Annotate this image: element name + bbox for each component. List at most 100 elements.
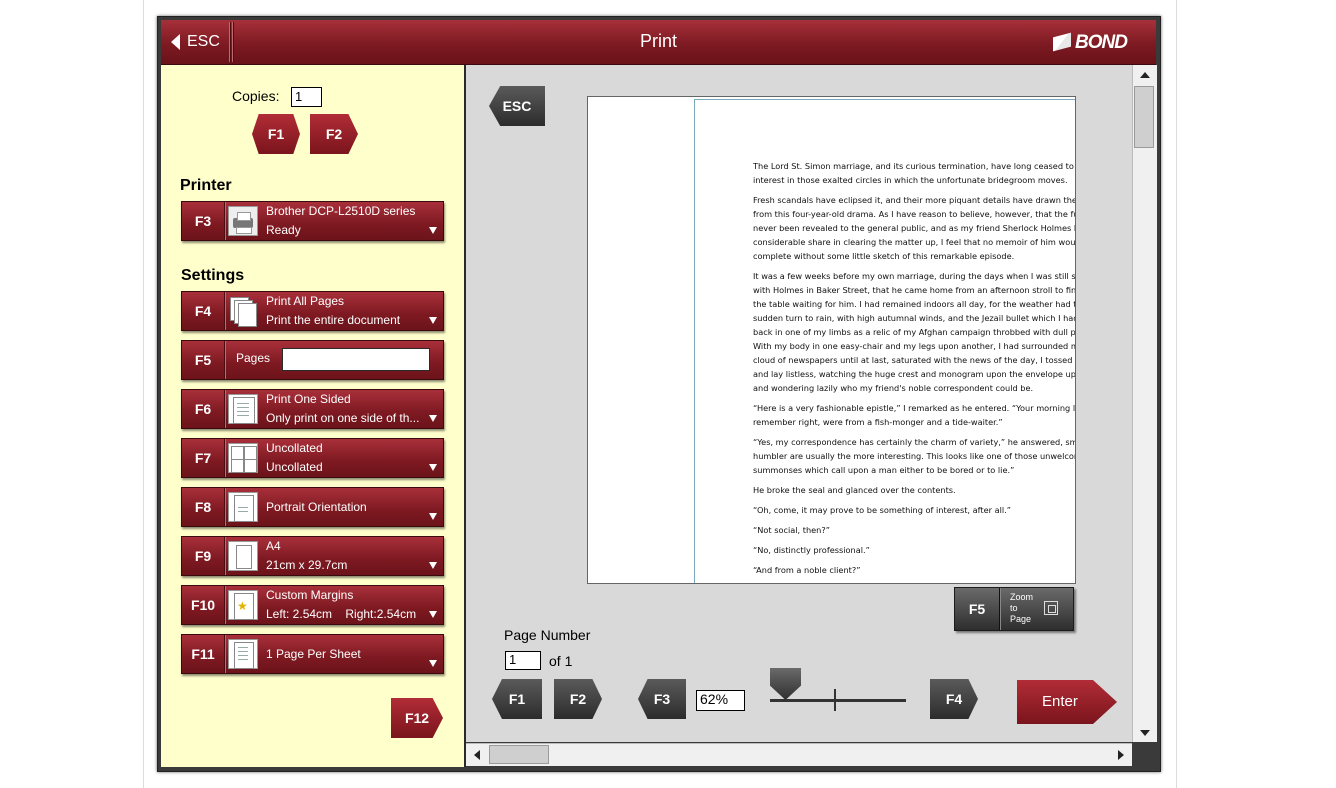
- f4-key-label: F4: [182, 292, 225, 330]
- title-bar: Print: [161, 20, 1156, 65]
- horizontal-scroll-thumb[interactable]: [489, 745, 549, 764]
- print-range-description: Print the entire document: [266, 313, 401, 327]
- more-settings-button[interactable]: F12: [391, 698, 443, 738]
- zoom-slider[interactable]: [770, 699, 906, 702]
- esc-back-button[interactable]: ESC: [163, 22, 230, 62]
- copies-input[interactable]: 1: [291, 87, 322, 107]
- printer-name: Brother DCP-L2510D series: [266, 204, 416, 218]
- sides-value: Print One Sided: [266, 392, 351, 406]
- paragraph: It was a few weeks before my own marriag…: [753, 271, 1076, 393]
- paper-size-icon: [228, 541, 258, 571]
- print-range-select[interactable]: F4 Print All Pages Print the entire docu…: [181, 291, 444, 331]
- paper-size-value: A4: [266, 539, 281, 553]
- paragraph: “Here is a very fashionable epistle,” I …: [753, 403, 1076, 427]
- title-divider: [232, 22, 233, 62]
- paragraph: Fresh scandals have eclipsed it, and the…: [753, 195, 1076, 261]
- margin-guide-top: [694, 99, 1075, 100]
- orientation-value: Portrait Orientation: [266, 500, 367, 514]
- settings-heading: Settings: [181, 267, 245, 284]
- vertical-scroll-thumb[interactable]: [1134, 86, 1154, 148]
- page-count-text: of 1: [549, 653, 573, 669]
- scroll-up-icon[interactable]: [1140, 72, 1150, 78]
- paragraph: “Oh, come, it may prove to be something …: [753, 505, 1012, 515]
- margins-value: Custom Margins: [266, 588, 354, 602]
- portrait-icon: [228, 492, 258, 522]
- f5-key-label: F5: [955, 588, 1000, 630]
- printer-select[interactable]: F3 Brother DCP-L2510D series Ready: [181, 201, 444, 241]
- pages-per-sheet-select[interactable]: F11 1 Page Per Sheet: [181, 634, 444, 674]
- dropdown-arrow-icon: [429, 227, 437, 234]
- paper-size-dimensions: 21cm x 29.7cm: [266, 558, 348, 572]
- custom-margins-icon: ★: [228, 590, 258, 620]
- window-title: Print: [639, 31, 677, 51]
- previous-page-button[interactable]: F1: [492, 679, 542, 719]
- paragraph: “Not social, then?”: [753, 525, 830, 535]
- horizontal-scrollbar[interactable]: [466, 743, 1132, 766]
- f6-key-label: F6: [182, 390, 225, 428]
- margins-select[interactable]: F10 ★ Custom Margins Left: 2.54cm Right:…: [181, 585, 444, 625]
- paper-size-select[interactable]: F9 A4 21cm x 29.7cm: [181, 536, 444, 576]
- sides-description: Only print on one side of th...: [266, 411, 420, 425]
- next-page-button[interactable]: F2: [554, 679, 602, 719]
- dropdown-arrow-icon: [429, 513, 437, 520]
- paragraph: “And from a noble client?”: [753, 565, 861, 575]
- orientation-select[interactable]: F8 Portrait Orientation: [181, 487, 444, 527]
- scroll-down-icon[interactable]: [1140, 730, 1150, 736]
- pages-per-sheet-icon: [228, 639, 258, 669]
- dropdown-arrow-icon: [429, 611, 437, 618]
- enter-label: Enter: [1042, 693, 1078, 710]
- zoom-to-page-button[interactable]: F5 Zoom to Page: [954, 587, 1074, 631]
- zoom-in-button[interactable]: F4: [930, 679, 978, 719]
- scroll-right-icon[interactable]: [1118, 750, 1124, 760]
- sides-select[interactable]: F6 Print One Sided Only print on one sid…: [181, 389, 444, 429]
- all-pages-icon: [228, 296, 258, 327]
- brand-name: BOND: [1075, 32, 1128, 53]
- scroll-left-icon[interactable]: [474, 750, 480, 760]
- print-range-value: Print All Pages: [266, 294, 345, 308]
- preview-esc-button[interactable]: ESC: [489, 86, 545, 126]
- margin-guide-left: [694, 99, 695, 583]
- copies-decrease-button[interactable]: F1: [252, 114, 300, 154]
- page-number-label: Page Number: [504, 627, 591, 643]
- f8-key-label: F8: [182, 488, 225, 526]
- paragraph: He broke the seal and glanced over the c…: [753, 485, 956, 495]
- back-arrow-icon: [171, 34, 180, 50]
- pages-input[interactable]: [282, 348, 430, 371]
- dropdown-arrow-icon: [429, 415, 437, 422]
- f7-key-label: F7: [182, 439, 225, 477]
- paragraph: “No, distinctly professional.”: [753, 545, 870, 555]
- page-number-input[interactable]: 1: [505, 651, 541, 670]
- printer-heading: Printer: [180, 177, 232, 194]
- printer-status: Ready: [266, 223, 301, 237]
- book-logo-icon: [1053, 32, 1071, 52]
- pages-row: F5 Pages: [181, 340, 444, 380]
- pages-label: Pages: [236, 351, 271, 365]
- dropdown-arrow-icon: [429, 660, 437, 667]
- f9-key-label: F9: [182, 537, 225, 575]
- f10-key-label: F10: [182, 586, 225, 624]
- pages-per-sheet-value: 1 Page Per Sheet: [266, 647, 361, 661]
- zoom-out-button[interactable]: F3: [638, 679, 686, 719]
- dropdown-arrow-icon: [429, 562, 437, 569]
- f3-key-label: F3: [182, 202, 225, 240]
- f11-key-label: F11: [182, 635, 225, 673]
- margins-description: Left: 2.54cm Right:2.54cm: [266, 607, 417, 621]
- esc-label: ESC: [187, 33, 220, 50]
- copies-label: Copies:: [232, 88, 280, 104]
- vertical-scrollbar[interactable]: [1132, 65, 1157, 742]
- f5-key-label: F5: [182, 341, 225, 379]
- one-sided-icon: [228, 394, 258, 424]
- printer-icon: [228, 206, 258, 236]
- collation-description: Uncollated: [266, 460, 323, 474]
- zoom-to-page-label: Zoom to Page: [1010, 592, 1034, 624]
- paragraph: The Lord St. Simon marriage, and its cur…: [753, 161, 1074, 185]
- fit-page-icon: [1044, 601, 1058, 615]
- paragraph: “Yes, my correspondence has certainly th…: [753, 437, 1075, 475]
- collation-select[interactable]: F7 Uncollated Uncollated: [181, 438, 444, 478]
- brand-logo: BOND: [1053, 32, 1128, 54]
- collation-value: Uncollated: [266, 441, 323, 455]
- dropdown-arrow-icon: [429, 464, 437, 471]
- copies-increase-button[interactable]: F2: [310, 114, 358, 154]
- zoom-level-input[interactable]: 62%: [696, 690, 745, 711]
- document-text: The Lord St. Simon marriage, and its cur…: [753, 159, 1076, 583]
